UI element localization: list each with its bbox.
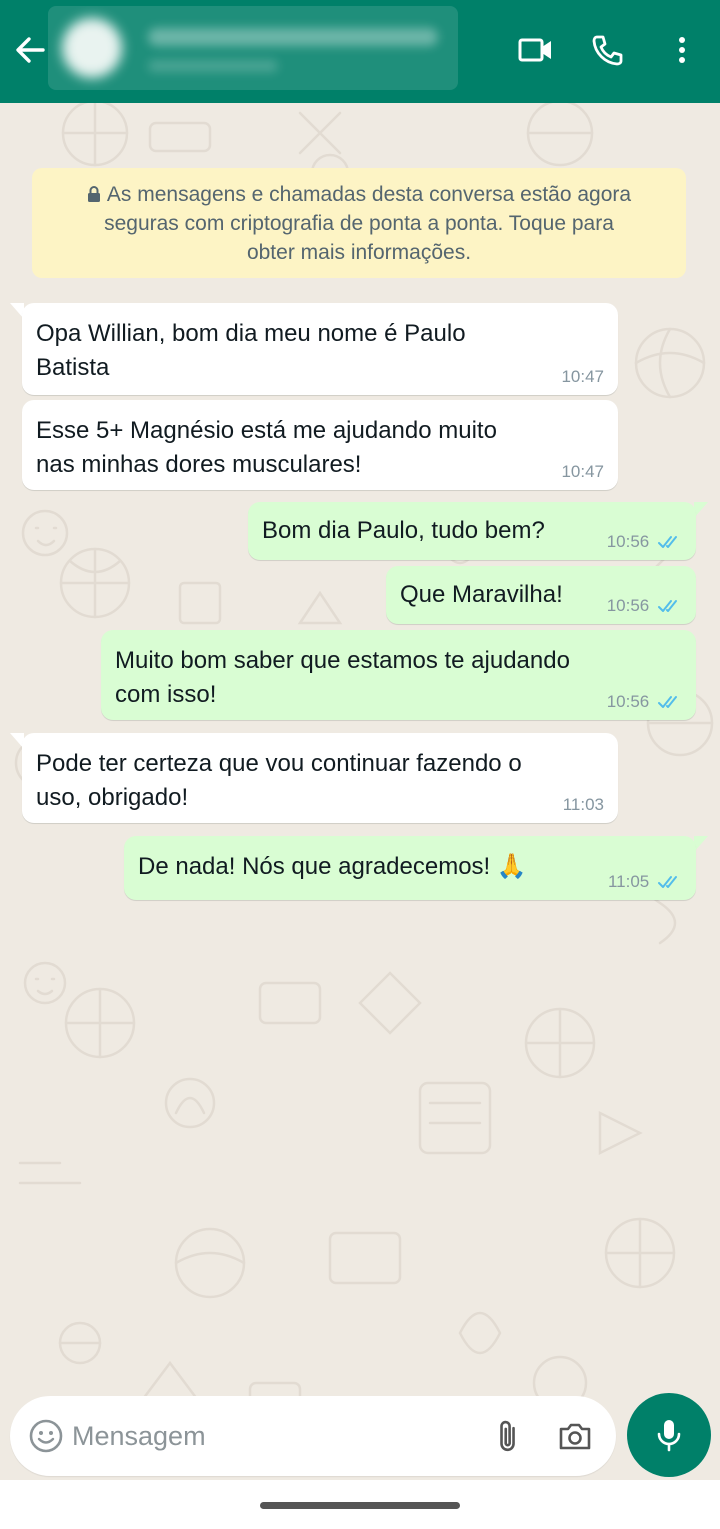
encryption-notice[interactable]: As mensagens e chamadas desta conversa e…: [32, 168, 686, 278]
message-time: 10:56: [606, 596, 650, 615]
message-time: 11:05: [607, 872, 650, 891]
message-outgoing[interactable]: De nada! Nós que agradecemos! 🙏 11:05: [124, 836, 696, 900]
double-check-read-icon: [658, 600, 677, 612]
attach-button[interactable]: [490, 1416, 530, 1456]
attachment-icon: [500, 1420, 515, 1452]
double-check-read-icon: [658, 696, 677, 708]
message-meta: 10:56: [607, 596, 682, 616]
message-incoming[interactable]: Pode ter certeza que vou continuar fazen…: [22, 733, 618, 823]
bubble-tail-out: [694, 836, 708, 852]
message-meta: 10:56: [607, 692, 682, 712]
voice-call-button[interactable]: [588, 30, 628, 70]
message-composer: [10, 1396, 616, 1476]
message-incoming[interactable]: Opa Willian, bom dia meu nome é Paulo Ba…: [22, 303, 618, 395]
home-indicator[interactable]: [260, 1502, 460, 1509]
emoji-icon: [29, 1419, 63, 1453]
message-text: Esse 5+ Magnésio está me ajudando muito …: [36, 417, 497, 478]
message-incoming[interactable]: Esse 5+ Magnésio está me ajudando muito …: [22, 400, 618, 490]
message-time: 11:03: [562, 795, 604, 814]
video-call-icon: [518, 38, 551, 62]
message-text: Bom dia Paulo, tudo bem?: [262, 517, 545, 544]
message-outgoing[interactable]: Que Maravilha! 10:56: [386, 566, 696, 624]
voice-message-button[interactable]: [627, 1393, 711, 1477]
message-text: Pode ter certeza que vou continuar fazen…: [36, 750, 522, 811]
more-options-button[interactable]: [662, 30, 702, 70]
message-text: De nada! Nós que agradecemos! 🙏: [138, 853, 527, 880]
chat-header: [0, 0, 720, 103]
arrow-left-icon: [16, 37, 45, 63]
microphone-icon: [657, 1420, 681, 1452]
double-check-read-icon: [658, 876, 677, 888]
message-time: 10:56: [606, 532, 650, 551]
notice-line-2: seguras com criptografia de ponta a pont…: [104, 212, 614, 235]
notice-line-3: obter mais informações.: [246, 241, 472, 264]
back-button[interactable]: [10, 30, 50, 70]
double-check-read-icon: [658, 536, 677, 548]
camera-icon: [559, 1423, 591, 1450]
notice-line-1: As mensagens e chamadas desta conversa e…: [52, 180, 666, 209]
contact-status-blurred: [148, 60, 278, 72]
video-call-button[interactable]: [515, 30, 555, 70]
phone-icon: [592, 35, 623, 66]
more-vertical-icon: [679, 37, 685, 63]
message-text: Que Maravilha!: [400, 581, 563, 608]
lock-icon: [87, 186, 100, 202]
emoji-button[interactable]: [26, 1416, 66, 1456]
message-time: 10:56: [606, 692, 650, 711]
contact-name-blurred: [148, 28, 438, 46]
message-time: 10:47: [561, 462, 604, 481]
message-meta: 10:56: [607, 532, 682, 552]
system-navigation: [0, 1480, 720, 1529]
message-outgoing[interactable]: Bom dia Paulo, tudo bem? 10:56: [248, 502, 696, 560]
message-text: Opa Willian, bom dia meu nome é Paulo Ba…: [36, 320, 466, 381]
contact-info[interactable]: [48, 6, 458, 90]
message-input[interactable]: [72, 1414, 472, 1458]
camera-button[interactable]: [555, 1416, 595, 1456]
message-time: 10:47: [561, 367, 604, 386]
avatar: [62, 18, 122, 78]
bubble-tail-out: [694, 502, 708, 518]
message-text: Muito bom saber que estamos te ajudando …: [115, 647, 570, 708]
notice-text-1: As mensagens e chamadas desta conversa e…: [106, 183, 632, 206]
message-outgoing[interactable]: Muito bom saber que estamos te ajudando …: [101, 630, 696, 720]
message-meta: 11:05: [608, 872, 682, 892]
